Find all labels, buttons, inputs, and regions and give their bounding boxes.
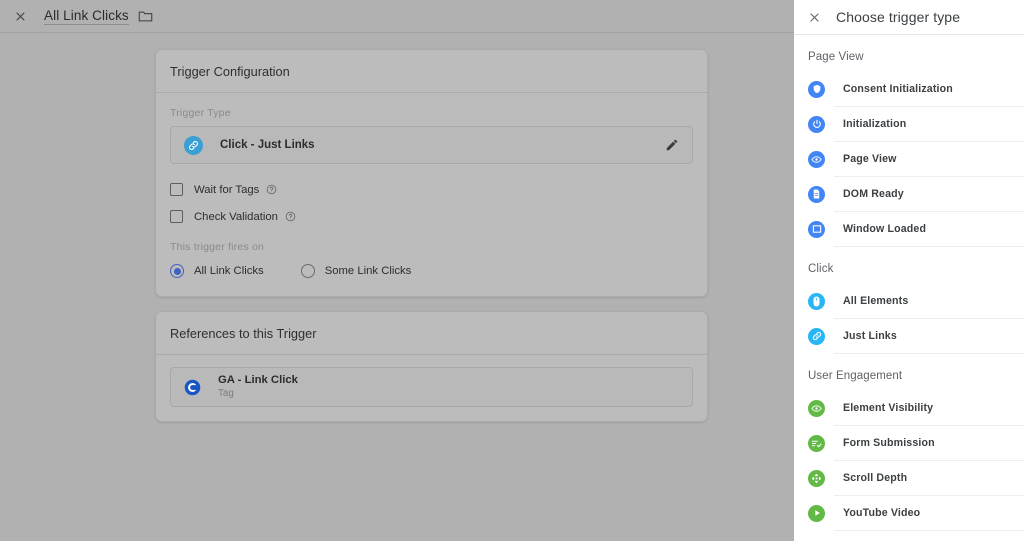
fires-on-label: This trigger fires on <box>170 241 265 253</box>
panel-header: Choose trigger type <box>794 0 1024 35</box>
close-icon[interactable] <box>8 4 32 28</box>
trigger-option-label: Scroll Depth <box>843 472 908 484</box>
reference-row[interactable]: GA - Link Click Tag <box>170 367 693 407</box>
form-check-icon <box>808 434 825 452</box>
trigger-option-label: YouTube Video <box>843 507 921 519</box>
trigger-option-label: Form Submission <box>843 437 935 449</box>
window-icon <box>808 220 825 238</box>
shield-icon <box>808 80 825 98</box>
help-icon[interactable] <box>285 211 296 222</box>
section-label-page-view: Page View <box>808 51 864 63</box>
section-label-other: Other <box>794 531 1024 541</box>
trigger-option-label: Element Visibility <box>843 402 934 414</box>
page-title: All Link Clicks <box>44 7 129 25</box>
reference-name: GA - Link Click <box>218 374 298 387</box>
trigger-option-element-visibility[interactable]: Element Visibility <box>794 391 1024 425</box>
wait-for-tags-checkbox[interactable] <box>170 183 183 196</box>
reference-type: Tag <box>218 388 234 400</box>
eye-icon <box>808 150 825 168</box>
eye-icon <box>808 399 825 417</box>
google-analytics-icon <box>184 379 201 396</box>
check-validation-row[interactable]: Check Validation <box>170 210 693 223</box>
references-card: References to this Trigger GA - Link Cli… <box>155 311 708 422</box>
help-icon[interactable] <box>266 184 277 195</box>
link-icon <box>184 135 203 155</box>
fires-on-radio-group: All Link Clicks Some Link Clicks <box>170 264 693 278</box>
trigger-configuration-card: Trigger Configuration Trigger Type Click… <box>155 49 708 297</box>
trigger-option-consent-initialization[interactable]: Consent Initialization <box>794 72 1024 106</box>
trigger-type-value: Click - Just Links <box>220 139 315 151</box>
trigger-editor-backdrop: All Link Clicks Trigger Configuration Tr… <box>0 0 794 541</box>
app-header: All Link Clicks <box>0 0 794 33</box>
radio-indicator-selected <box>170 264 184 278</box>
trigger-option-page-view[interactable]: Page View <box>794 142 1024 176</box>
trigger-option-just-links[interactable]: Just Links <box>794 319 1024 353</box>
trigger-option-dom-ready[interactable]: DOM Ready <box>794 177 1024 211</box>
trigger-option-label: Consent Initialization <box>843 83 953 95</box>
radio-some-link-clicks-label: Some Link Clicks <box>324 265 412 277</box>
close-icon[interactable] <box>803 6 825 28</box>
trigger-type-label: Trigger Type <box>170 107 231 119</box>
choose-trigger-type-panel: Choose trigger type Page View Consent In… <box>794 0 1024 541</box>
panel-title: Choose trigger type <box>836 9 961 25</box>
pencil-icon[interactable] <box>662 135 682 155</box>
trigger-option-youtube-video[interactable]: YouTube Video <box>794 496 1024 530</box>
radio-all-link-clicks[interactable]: All Link Clicks <box>170 264 264 278</box>
radio-some-link-clicks[interactable]: Some Link Clicks <box>300 264 412 278</box>
section-label-user-engagement: User Engagement <box>808 370 903 382</box>
document-icon <box>808 185 825 203</box>
trigger-option-label: Just Links <box>843 330 897 342</box>
wait-for-tags-row[interactable]: Wait for Tags <box>170 183 693 196</box>
trigger-option-label: Initialization <box>843 118 907 130</box>
radio-all-link-clicks-label: All Link Clicks <box>194 265 264 277</box>
link-icon <box>808 327 825 345</box>
check-validation-label: Check Validation <box>194 210 278 223</box>
scroll-move-icon <box>808 469 825 487</box>
trigger-option-scroll-depth[interactable]: Scroll Depth <box>794 461 1024 495</box>
power-icon <box>808 115 825 133</box>
trigger-type-row[interactable]: Click - Just Links <box>170 126 693 164</box>
trigger-option-label: Page View <box>843 153 897 165</box>
check-validation-checkbox[interactable] <box>170 210 183 223</box>
wait-for-tags-label: Wait for Tags <box>194 183 260 196</box>
trigger-option-window-loaded[interactable]: Window Loaded <box>794 212 1024 246</box>
trigger-option-label: All Elements <box>843 295 909 307</box>
trigger-option-all-elements[interactable]: All Elements <box>794 284 1024 318</box>
radio-indicator <box>300 264 315 278</box>
play-icon <box>808 504 825 522</box>
section-label-click: Click <box>808 263 834 275</box>
trigger-option-label: DOM Ready <box>843 188 904 200</box>
folder-icon[interactable] <box>138 9 154 23</box>
trigger-option-label: Window Loaded <box>843 223 927 235</box>
work-area: Trigger Configuration Trigger Type Click… <box>0 33 794 422</box>
references-title: References to this Trigger <box>156 312 707 355</box>
trigger-configuration-title: Trigger Configuration <box>156 50 707 93</box>
mouse-icon <box>808 292 825 310</box>
trigger-option-initialization[interactable]: Initialization <box>794 107 1024 141</box>
trigger-option-form-submission[interactable]: Form Submission <box>794 426 1024 460</box>
